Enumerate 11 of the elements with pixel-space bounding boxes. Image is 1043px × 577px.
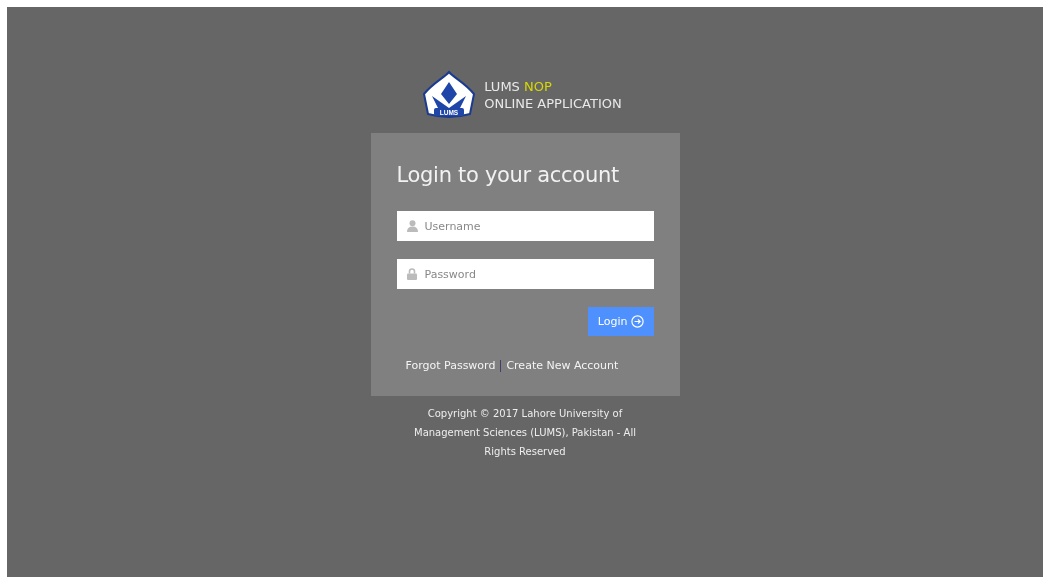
input-field[interactable]: Password: [396, 259, 654, 289]
account-link[interactable]: Create New Account: [506, 359, 619, 372]
copyright-text: Copyright © 2017 Lahore University of Management Sciences (LUMS), Pakistan - All Rights Reserved: [413, 407, 637, 459]
brand-highlight: NOP: [524, 79, 552, 94]
login-title: Login to your account: [396, 163, 620, 187]
brand-subtitle: ONLINE APPLICATION: [484, 95, 622, 112]
brand-name: LUMS: [484, 79, 520, 94]
input-field[interactable]: Username: [396, 211, 654, 241]
arrow-circle-icon: [630, 315, 644, 328]
account-link[interactable]: Forgot Password: [405, 359, 496, 372]
login-button[interactable]: Login: [587, 307, 654, 336]
